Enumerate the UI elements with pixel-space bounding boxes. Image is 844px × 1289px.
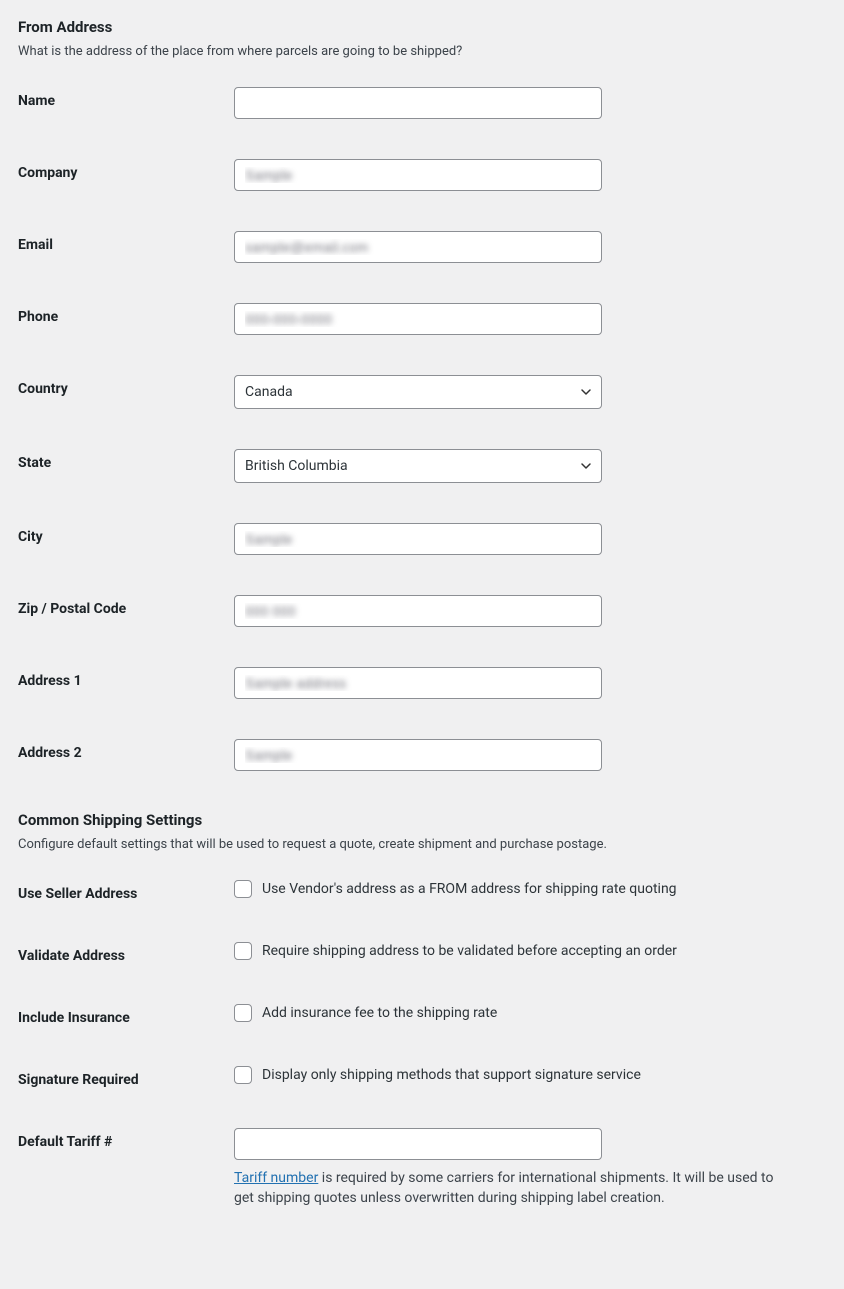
phone-label: Phone	[18, 303, 234, 325]
state-select-value: British Columbia	[234, 449, 602, 483]
city-input[interactable]	[234, 523, 602, 555]
include-insurance-checkbox-label: Add insurance fee to the shipping rate	[262, 1005, 497, 1021]
validate-address-label: Validate Address	[18, 942, 234, 964]
default-tariff-label: Default Tariff #	[18, 1128, 234, 1150]
use-seller-address-checkbox[interactable]	[234, 880, 252, 898]
state-label: State	[18, 449, 234, 471]
default-tariff-help-text: Tariff number is required by some carrie…	[234, 1168, 794, 1209]
address1-input[interactable]	[234, 667, 602, 699]
email-label: Email	[18, 231, 234, 253]
signature-required-checkbox-label: Display only shipping methods that suppo…	[262, 1067, 641, 1083]
country-select-value: Canada	[234, 375, 602, 409]
tariff-number-link[interactable]: Tariff number	[234, 1170, 318, 1186]
signature-required-label: Signature Required	[18, 1066, 234, 1088]
from-address-description: What is the address of the place from wh…	[18, 44, 826, 59]
email-input[interactable]	[234, 231, 602, 263]
use-seller-address-label: Use Seller Address	[18, 880, 234, 902]
city-label: City	[18, 523, 234, 545]
include-insurance-label: Include Insurance	[18, 1004, 234, 1026]
validate-address-checkbox-label: Require shipping address to be validated…	[262, 943, 677, 959]
default-tariff-input[interactable]	[234, 1128, 602, 1160]
common-shipping-title: Common Shipping Settings	[18, 811, 826, 829]
use-seller-address-checkbox-label: Use Vendor's address as a FROM address f…	[262, 881, 677, 897]
country-select[interactable]: Canada	[234, 375, 602, 409]
address2-input[interactable]	[234, 739, 602, 771]
zip-input[interactable]	[234, 595, 602, 627]
address2-label: Address 2	[18, 739, 234, 761]
from-address-title: From Address	[18, 18, 826, 36]
zip-label: Zip / Postal Code	[18, 595, 234, 617]
include-insurance-checkbox[interactable]	[234, 1004, 252, 1022]
company-input[interactable]	[234, 159, 602, 191]
name-label: Name	[18, 87, 234, 109]
address1-label: Address 1	[18, 667, 234, 689]
country-label: Country	[18, 375, 234, 397]
common-shipping-description: Configure default settings that will be …	[18, 837, 826, 852]
company-label: Company	[18, 159, 234, 181]
state-select[interactable]: British Columbia	[234, 449, 602, 483]
phone-input[interactable]	[234, 303, 602, 335]
signature-required-checkbox[interactable]	[234, 1066, 252, 1084]
validate-address-checkbox[interactable]	[234, 942, 252, 960]
name-input[interactable]	[234, 87, 602, 119]
